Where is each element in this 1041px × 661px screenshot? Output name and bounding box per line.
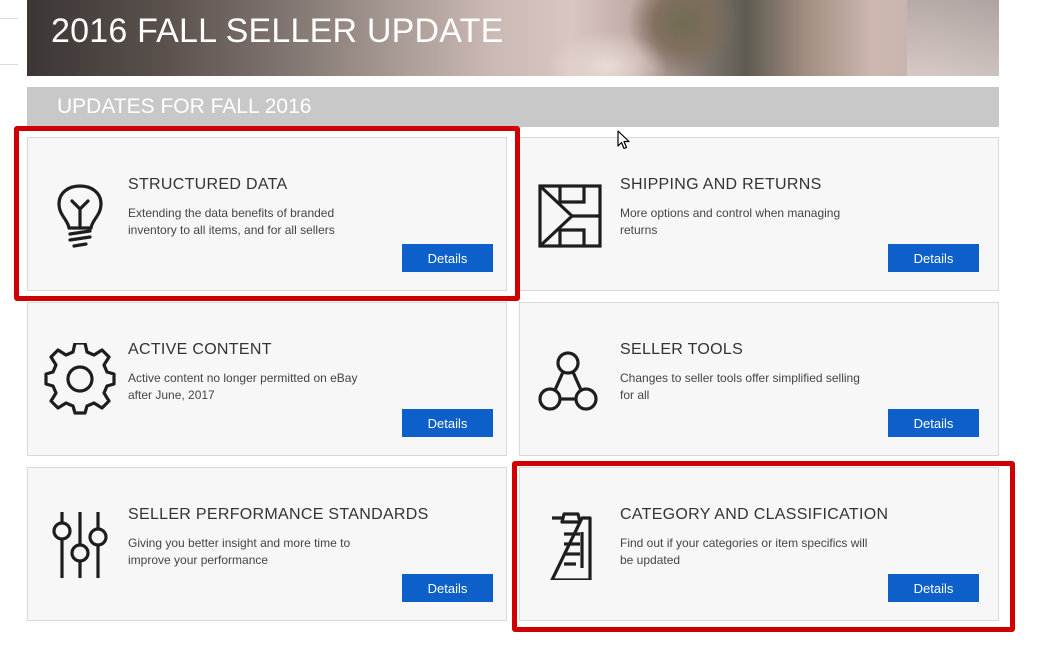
card-description: Giving you better insight and more time … bbox=[128, 536, 351, 567]
shipping-returns-icon bbox=[536, 178, 608, 250]
card-title: SELLER TOOLS bbox=[620, 341, 744, 358]
card-title: ACTIVE CONTENT bbox=[128, 341, 272, 358]
details-button[interactable]: Details bbox=[402, 574, 493, 602]
card-description: Active content no longer permitted on eB… bbox=[128, 371, 358, 402]
card-description: Changes to seller tools offer simplified… bbox=[620, 371, 860, 402]
details-button[interactable]: Details bbox=[888, 244, 979, 272]
details-button[interactable]: Details bbox=[402, 244, 493, 272]
card-title: CATEGORY AND CLASSIFICATION bbox=[620, 506, 889, 523]
left-divider bbox=[0, 18, 18, 19]
hero-image-detail bbox=[907, 0, 999, 76]
section-title: UPDATES FOR FALL 2016 bbox=[57, 95, 312, 118]
card-title: STRUCTURED DATA bbox=[128, 176, 288, 193]
hero-banner: 2016 FALL SELLER UPDATE bbox=[27, 0, 999, 76]
card-seller-performance-standards: SELLER PERFORMANCE STANDARDS Giving you … bbox=[27, 467, 507, 621]
card-seller-tools: SELLER TOOLS Changes to seller tools off… bbox=[519, 302, 999, 456]
card-structured-data: STRUCTURED DATA Extending the data benef… bbox=[27, 137, 507, 291]
left-divider bbox=[0, 64, 18, 65]
section-header: UPDATES FOR FALL 2016 bbox=[27, 87, 999, 127]
page-title: 2016 FALL SELLER UPDATE bbox=[51, 12, 504, 50]
card-title: SHIPPING AND RETURNS bbox=[620, 176, 822, 193]
page: 2016 FALL SELLER UPDATE UPDATES FOR FALL… bbox=[0, 0, 1041, 661]
lightbulb-icon bbox=[44, 178, 116, 250]
card-category-and-classification: CATEGORY AND CLASSIFICATION Find out if … bbox=[519, 467, 999, 621]
details-button[interactable]: Details bbox=[888, 409, 979, 437]
clipboard-icon bbox=[536, 508, 608, 582]
card-description: Extending the data benefits of branded i… bbox=[128, 206, 335, 237]
mouse-cursor-icon bbox=[617, 130, 631, 150]
gear-icon bbox=[44, 341, 116, 415]
sliders-icon bbox=[44, 508, 116, 580]
card-active-content: ACTIVE CONTENT Active content no longer … bbox=[27, 302, 507, 456]
hero-image-detail bbox=[547, 30, 667, 76]
card-description: Find out if your categories or item spec… bbox=[620, 536, 868, 567]
card-title: SELLER PERFORMANCE STANDARDS bbox=[128, 506, 429, 523]
details-button[interactable]: Details bbox=[402, 409, 493, 437]
network-icon bbox=[536, 343, 608, 415]
card-shipping-and-returns: SHIPPING AND RETURNS More options and co… bbox=[519, 137, 999, 291]
card-description: More options and control when managing r… bbox=[620, 206, 841, 237]
details-button[interactable]: Details bbox=[888, 574, 979, 602]
